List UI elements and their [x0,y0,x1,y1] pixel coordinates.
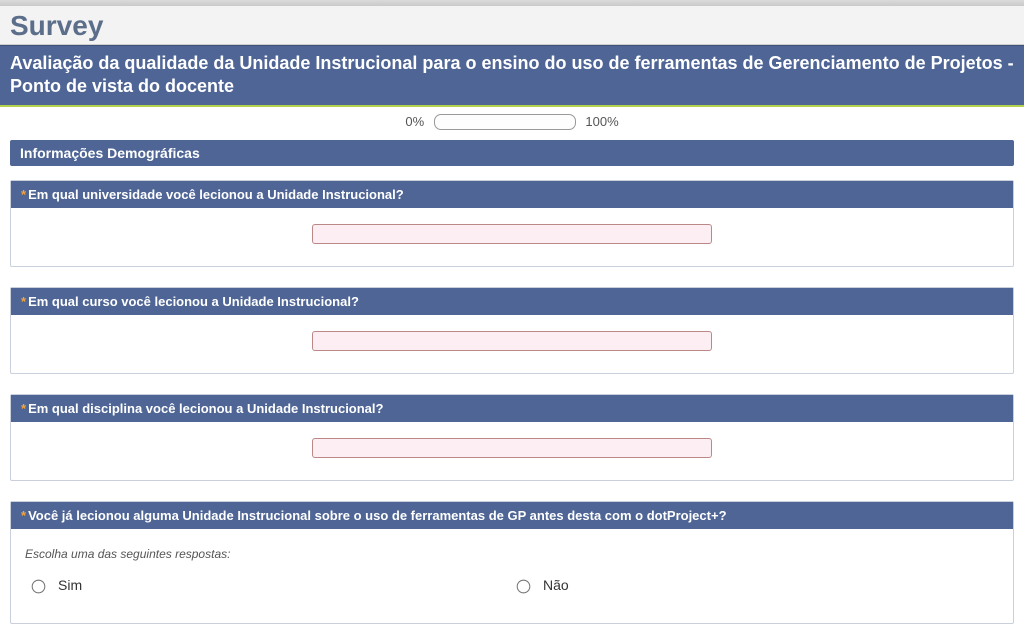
radio-label-yes: Sim [58,577,82,593]
radio-label-no: Não [543,577,569,593]
radio-input-no[interactable] [517,579,531,593]
question-header: *Você já lecionou alguma Unidade Instruc… [11,502,1013,529]
question-text: Em qual disciplina você lecionou a Unida… [28,401,383,416]
page-title: Survey [0,6,1024,45]
question-block-prior-experience: *Você já lecionou alguma Unidade Instruc… [10,501,1014,624]
question-body [11,315,1013,373]
section-header-demographics: Informações Demográficas [10,140,1014,166]
progress-right-label: 100% [585,114,618,129]
question-block-discipline: *Em qual disciplina você lecionou a Unid… [10,394,1014,481]
question-header: *Em qual curso você lecionou a Unidade I… [11,288,1013,315]
question-text: Em qual curso você lecionou a Unidade In… [28,294,359,309]
required-star-icon: * [21,401,26,416]
question-body: Escolha uma das seguintes respostas: Sim… [11,529,1013,623]
radio-option-yes[interactable]: Sim [27,577,512,593]
progress-bar [434,114,576,130]
question-header: *Em qual disciplina você lecionou a Unid… [11,395,1013,422]
question-hint: Escolha uma das seguintes respostas: [25,547,1003,561]
question-block-course: *Em qual curso você lecionou a Unidade I… [10,287,1014,374]
required-star-icon: * [21,508,26,523]
radio-input-yes[interactable] [32,579,46,593]
question-text: Em qual universidade você lecionou a Uni… [28,187,404,202]
required-star-icon: * [21,294,26,309]
question-header: *Em qual universidade você lecionou a Un… [11,181,1013,208]
progress-left-label: 0% [405,114,424,129]
progress-row: 0% 100% [0,107,1024,140]
question-block-university: *Em qual universidade você lecionou a Un… [10,180,1014,267]
required-star-icon: * [21,187,26,202]
radio-option-no[interactable]: Não [512,577,997,593]
course-input[interactable] [312,331,712,351]
discipline-input[interactable] [312,438,712,458]
survey-title: Avaliação da qualidade da Unidade Instru… [0,45,1024,107]
university-input[interactable] [312,224,712,244]
radio-row: Sim Não [21,575,1003,601]
question-body [11,208,1013,266]
question-text: Você já lecionou alguma Unidade Instruci… [28,508,726,523]
question-body [11,422,1013,480]
